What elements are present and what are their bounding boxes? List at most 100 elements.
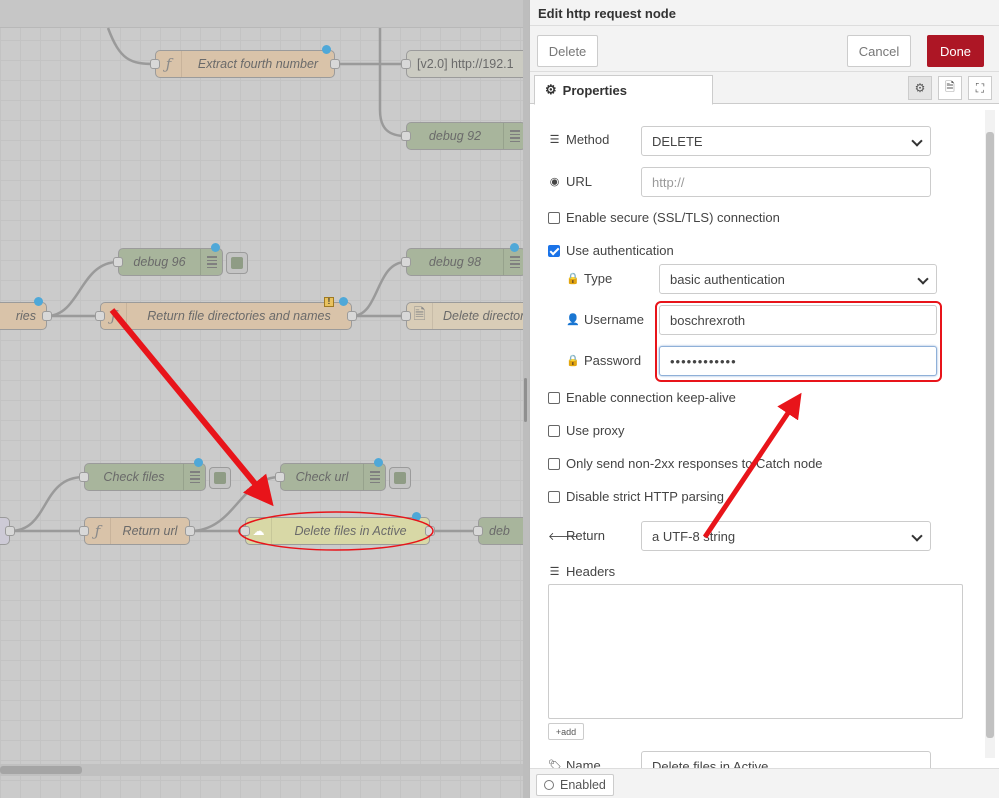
auth-checkbox[interactable] (548, 244, 560, 257)
splitter-handle[interactable] (524, 378, 527, 422)
debug-node[interactable]: debug 92 (401, 122, 523, 150)
username-input[interactable]: boschrexroth (659, 305, 937, 335)
input-port[interactable] (240, 526, 250, 536)
input-port[interactable] (401, 131, 411, 141)
wire (378, 28, 407, 138)
tab-properties[interactable]: ⚙ Properties (534, 75, 713, 105)
debug-node-partial[interactable]: deb (473, 517, 523, 545)
type-row: 🔒 Type (566, 271, 612, 286)
input-port[interactable] (79, 472, 89, 482)
username-row: 👤 Username (566, 312, 644, 327)
non2xx-label: Only send non-2xx responses to Catch nod… (566, 456, 823, 471)
circle-icon (544, 780, 554, 790)
vertical-scrollbar[interactable] (985, 110, 995, 758)
function-node[interactable]: ƒ Extract fourth number (150, 45, 340, 78)
delete-button[interactable]: Delete (537, 35, 598, 67)
non2xx-checkbox[interactable] (548, 457, 560, 470)
http-request-node[interactable]: [v2.0] http://192.1 (401, 50, 523, 78)
node-label: ries (15, 309, 36, 323)
password-input[interactable]: •••••••••••• (659, 346, 937, 376)
add-header-button[interactable]: + add (548, 723, 584, 740)
non2xx-row: Only send non-2xx responses to Catch nod… (548, 456, 823, 471)
function-node[interactable]: ƒ Return file directories and names ! (95, 297, 357, 330)
debug-list-icon (183, 464, 205, 490)
input-port[interactable] (275, 472, 285, 482)
node-label: Delete director (443, 309, 523, 323)
flow-wires (9, 27, 478, 533)
input-port[interactable] (113, 257, 123, 267)
keepalive-row: Enable connection keep-alive (548, 390, 736, 405)
file-node[interactable]: 🗎 Delete director (401, 302, 523, 330)
name-label: Name (566, 758, 601, 768)
password-label: Password (584, 353, 642, 368)
method-select[interactable]: DELETE (641, 126, 931, 156)
debug-node[interactable]: Check files (79, 458, 231, 491)
node-label: debug 92 (428, 129, 482, 143)
tls-checkbox[interactable] (548, 211, 560, 224)
cancel-button[interactable]: Cancel (847, 35, 911, 67)
strict-checkbox[interactable] (548, 490, 560, 503)
changed-indicator-dot (211, 243, 220, 252)
headers-row: ☰ Headers (548, 564, 616, 579)
node-label: Extract fourth number (197, 57, 319, 71)
proxy-checkbox[interactable] (548, 424, 560, 437)
appearance-frame-icon[interactable]: ⛶ (968, 76, 992, 100)
output-port[interactable] (330, 59, 340, 69)
tag-icon: 🏷 (548, 760, 562, 768)
debug-node[interactable]: Check url (275, 458, 411, 491)
debug-node[interactable]: debug 98 (401, 243, 523, 276)
method-row: ☰ Method (548, 132, 610, 147)
keepalive-checkbox[interactable] (548, 391, 560, 404)
node-label: Delete files in Active (294, 524, 407, 538)
node-partial[interactable] (0, 517, 15, 545)
tasks-icon: ☰ (549, 134, 560, 146)
input-port[interactable] (150, 59, 160, 69)
output-port[interactable] (347, 311, 357, 321)
scrollbar-thumb[interactable] (0, 766, 82, 774)
output-port[interactable] (5, 526, 15, 536)
tray-tabs: ⚙ Properties ⚙ 🗎 ⛶ (530, 72, 999, 105)
debug-toggle-button[interactable] (209, 467, 231, 489)
output-port[interactable] (185, 526, 195, 536)
lock-icon: 🔒 (566, 355, 580, 367)
globe-icon: ◉ (549, 176, 560, 188)
tray-title: Edit http request node (530, 0, 999, 26)
tray-toolbar: Delete Cancel Done (530, 26, 999, 72)
function-node[interactable]: ƒ Return url (79, 517, 195, 545)
input-port[interactable] (95, 311, 105, 321)
changed-indicator-dot (34, 297, 43, 306)
return-select[interactable]: a UTF-8 string (641, 521, 931, 551)
debug-node[interactable]: debug 96 (113, 243, 248, 276)
http-request-node-selected[interactable]: ☁ Delete files in Active (240, 512, 435, 545)
wire (9, 475, 85, 533)
debug-list-icon (200, 249, 222, 275)
enabled-toggle-button[interactable]: Enabled (536, 774, 614, 796)
node-settings-gear-icon[interactable]: ⚙ (908, 76, 932, 100)
scrollbar-thumb[interactable] (986, 132, 994, 738)
input-port[interactable] (473, 526, 483, 536)
input-port[interactable] (79, 526, 89, 536)
input-port[interactable] (401, 311, 411, 321)
flow-workspace[interactable]: ƒ Extract fourth number [v2.0] http://19… (0, 0, 523, 798)
name-input[interactable]: Delete files in Active (641, 751, 931, 768)
description-doc-icon[interactable]: 🗎 (938, 76, 962, 100)
output-port[interactable] (425, 526, 435, 536)
output-port[interactable] (42, 311, 52, 321)
function-node-partial[interactable]: ries (0, 297, 52, 330)
edit-tray: Edit http request node Delete Cancel Don… (529, 0, 999, 798)
horizontal-scrollbar[interactable] (0, 764, 523, 776)
debug-toggle-button[interactable] (226, 252, 248, 274)
input-port[interactable] (401, 257, 411, 267)
url-input[interactable]: http:// (641, 167, 931, 197)
type-label: Type (584, 271, 613, 286)
input-port[interactable] (401, 59, 411, 69)
list-icon: ☰ (549, 566, 560, 578)
arrow-left-icon: 🡐 (548, 530, 578, 543)
node-label: [v2.0] http://192.1 (417, 57, 514, 71)
done-button[interactable]: Done (927, 35, 984, 67)
name-row: 🏷 Name (548, 758, 601, 768)
auth-type-select[interactable]: basic authentication (659, 264, 937, 294)
node-label: debug 98 (428, 255, 482, 269)
headers-list[interactable] (548, 584, 963, 719)
debug-toggle-button[interactable] (389, 467, 411, 489)
